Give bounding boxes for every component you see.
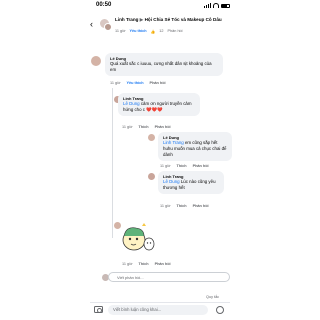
sticker-image [122,223,155,251]
mention-tag[interactable]: Lê Dung [123,101,140,106]
post-like-button[interactable]: Yêu thích [129,29,146,34]
emoji-icon[interactable] [216,306,224,314]
comment-actions: 11 giờ Thích Phản hồi [122,262,171,266]
comment-composer: Viết bình luận công khai... [90,302,230,316]
post-reply-button[interactable]: Phản hồi [168,29,183,34]
comment-input[interactable]: Viết bình luận công khai... [108,305,208,315]
comment-actions: 11 giờ Thích Phản hồi [160,164,209,168]
reply-button[interactable]: Phản hồi [150,81,166,85]
mention-tag[interactable]: Lê Dung [163,179,180,184]
comment-text: Quá xuất sắc c iuuuu, cưng nhất dân sịt … [110,61,212,72]
wifi-icon [213,3,219,8]
like-count-icon: 👍 [150,30,156,34]
post-author-name[interactable]: Linh Trang [115,17,138,22]
back-arrow-icon[interactable]: ‹ [90,19,93,29]
reply-button[interactable]: Phản hồi [193,204,209,208]
comment-bubble[interactable]: Linh Trang Lê Dung cảm ơn người truyền c… [118,93,200,116]
like-button[interactable]: Yêu thích [126,81,143,85]
community-rules-link[interactable]: Quy tắc [206,295,219,299]
like-button[interactable]: Thích [176,164,186,168]
comment-time: 11 giờ [110,81,121,85]
post-time: 11 giờ [115,29,126,33]
comment-time: 11 giờ [122,262,133,266]
comment-bubble[interactable]: Linh Trang Lê Dung Lúc nào cũng yêu thươ… [158,171,224,194]
group-avatar[interactable] [104,23,112,31]
comment-actions: 11 giờ Thích Phản hồi [160,204,209,208]
comment-time: 11 giờ [160,204,171,208]
like-button[interactable]: Thích [138,125,148,129]
thread-line [112,88,113,238]
status-bar: 00:50 [0,0,320,13]
battery-icon [221,3,230,8]
group-name[interactable]: Hội Chia Sẻ Tóc và Makeup Cô Dâu [145,17,222,22]
post-header: ‹ Linh Trang ▶ Hội Chia Sẻ Tóc và Makeup… [90,13,230,45]
status-time: 00:50 [96,2,112,8]
comment-actions: 11 giờ Yêu thích Phản hồi [110,81,166,85]
post-meta: 11 giờ Yêu thích 👍 12 Phản hồi [115,29,183,34]
like-button[interactable]: Thích [138,262,148,266]
comment-actions: 11 giờ Thích Phản hồi [122,125,171,129]
comment-time: 11 giờ [160,164,171,168]
mention-tag[interactable]: Linh Trang [163,140,184,145]
comment-bubble[interactable]: Lê Dung Quá xuất sắc c iuuuu, cưng nhất … [105,53,223,76]
comment-time: 11 giờ [122,125,133,129]
reply-input[interactable]: Viết phản hồi... [108,272,230,282]
post-author-line: Linh Trang ▶ Hội Chia Sẻ Tóc và Makeup C… [115,17,227,23]
arrow-right-icon: ▶ [139,17,144,22]
post-like-count: 12 [159,29,164,33]
avatar[interactable] [148,173,155,180]
avatar[interactable] [91,56,101,66]
comment-bubble[interactable]: Lê Dung Linh Trang em cũng sắp hết huhu … [158,132,232,161]
signal-icon [204,3,211,8]
reply-button[interactable]: Phản hồi [155,125,171,129]
status-icons [204,3,230,8]
avatar[interactable] [148,134,155,141]
like-button[interactable]: Thích [176,204,186,208]
reply-button[interactable]: Phản hồi [155,262,171,266]
camera-icon[interactable] [94,306,103,313]
reply-button[interactable]: Phản hồi [193,164,209,168]
